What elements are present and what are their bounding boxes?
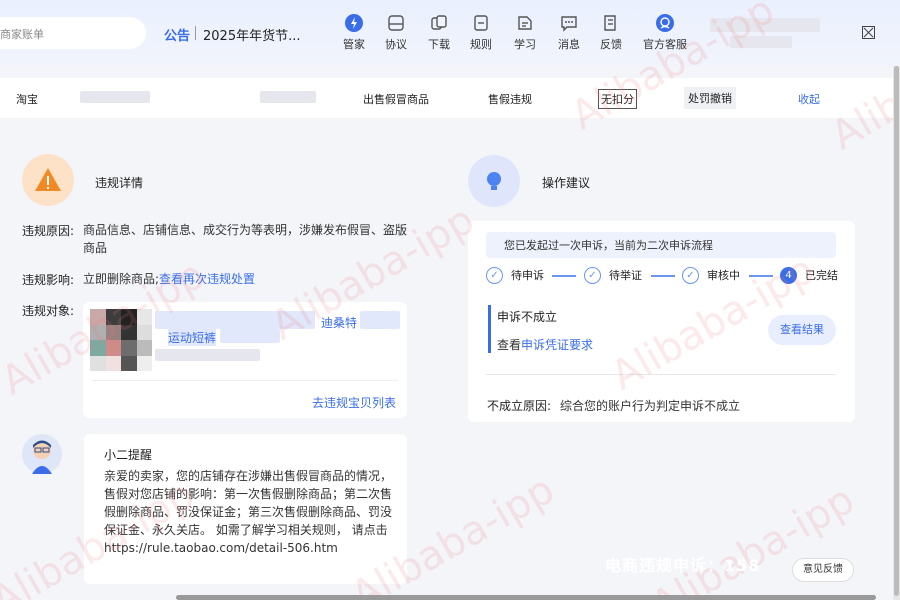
nav-label: 学习	[514, 38, 536, 51]
close-icon[interactable]	[862, 26, 875, 39]
step-connector	[651, 275, 675, 277]
fail-reason-value: 综合您的账户行为判定申诉不成立	[560, 399, 741, 413]
customer-service-icon	[656, 14, 674, 32]
status-badge: 处罚撤销	[684, 87, 736, 109]
download-icon	[431, 15, 447, 30]
record-time-blurred	[260, 91, 316, 103]
view-result-button[interactable]: 查看结果	[768, 315, 836, 345]
notice-text[interactable]: 2025年年货节...	[203, 25, 300, 44]
product-name[interactable]: 运动短裤	[168, 329, 217, 346]
account-name-blurred	[710, 18, 820, 32]
product-title-blurred-2	[360, 311, 400, 329]
result-prefix: 查看	[497, 338, 522, 352]
reminder-body: 亲爱的卖家，您的店铺存在涉嫌出售假冒商品的情况，售假对您店铺的影响：第一次售假删…	[104, 469, 393, 555]
violation-category: 售假违规	[488, 93, 532, 106]
account-sub-blurred	[730, 36, 792, 48]
warning-icon-circle	[22, 154, 74, 206]
score-tag: 无扣分	[598, 89, 637, 109]
step-3: 审核中	[707, 269, 740, 282]
impact-link[interactable]: 查看再次违规处置	[159, 272, 255, 286]
assistant-avatar-icon	[32, 440, 52, 474]
advice-divider	[486, 374, 836, 375]
violation-type: 出售假冒商品	[363, 93, 429, 106]
bulb-icon-circle	[468, 155, 520, 207]
nav-label: 反馈	[600, 38, 622, 51]
product-title-blurred-3	[220, 329, 280, 343]
nav-kefu[interactable]: 官方客服	[640, 14, 690, 52]
reason-label: 违规原因:	[22, 224, 75, 238]
step-number: 4	[780, 267, 797, 284]
learn-icon	[518, 16, 532, 30]
top-header: 商家账单 公告 2025年年货节... 管家 协议 下载 规则 学习 消息 反馈…	[0, 0, 900, 66]
lightbulb-icon	[487, 172, 501, 190]
result-accent-bar	[488, 305, 491, 353]
rules-icon	[474, 15, 488, 31]
nav-label: 规则	[470, 38, 492, 51]
feedback-button[interactable]: 意见反馈	[792, 558, 854, 582]
notice-label[interactable]: 公告	[164, 25, 190, 44]
product-brand[interactable]: 迪桑特	[321, 314, 357, 331]
search-placeholder: 商家账单	[0, 28, 44, 41]
platform: 淘宝	[16, 93, 38, 106]
step-1: 待申诉	[511, 269, 544, 282]
feedback-icon	[604, 15, 616, 31]
violation-record-row: 淘宝 出售假冒商品 售假违规 无扣分 处罚撤销 收起	[0, 78, 900, 118]
step-4: 已完结	[805, 269, 838, 282]
record-id-blurred	[80, 91, 150, 103]
phone-overlay-text: 电商违规申诉：158	[605, 556, 761, 575]
product-thumbnail[interactable]	[90, 309, 152, 371]
warning-icon	[35, 168, 61, 191]
go-violation-list-link[interactable]: 去违规宝贝列表	[312, 394, 396, 411]
lightning-icon	[345, 14, 363, 32]
target-label: 违规对象:	[22, 304, 75, 318]
step-connector	[749, 275, 773, 277]
reminder-title: 小二提醒	[104, 448, 153, 462]
product-id-blurred	[155, 349, 260, 361]
detail-title: 违规详情	[95, 176, 144, 190]
avatar	[22, 434, 62, 474]
step-2: 待举证	[609, 269, 642, 282]
nav-label: 官方客服	[643, 38, 687, 51]
step-check-icon: ✓	[682, 267, 699, 284]
evidence-requirements-link[interactable]: 申诉凭证要求	[521, 338, 593, 352]
step-connector	[552, 275, 576, 277]
vertical-scrollbar-thumb[interactable]	[894, 66, 899, 596]
card-divider	[92, 380, 398, 381]
notice-divider	[195, 26, 196, 40]
nav-guize[interactable]: 规则	[456, 14, 506, 52]
fail-reason-label: 不成立原因:	[487, 399, 552, 413]
appeal-notice: 您已发起过一次申诉，当前为二次申诉流程	[504, 239, 713, 252]
impact-label: 违规影响:	[22, 273, 75, 287]
step-check-icon: ✓	[584, 267, 601, 284]
nav-fankui[interactable]: 反馈	[586, 14, 636, 52]
agreement-icon	[388, 15, 404, 31]
impact-text: 立即删除商品;	[83, 272, 160, 286]
result-evidence: 查看申诉凭证要求	[497, 336, 593, 353]
step-check-icon: ✓	[486, 267, 503, 284]
product-title-blurred	[155, 311, 315, 329]
horizontal-scrollbar[interactable]	[176, 595, 876, 600]
search-input[interactable]: 商家账单	[0, 17, 146, 49]
reason-value: 商品信息、店铺信息、成交行为等表明，涉嫌发布假冒、盗版商品	[83, 223, 408, 255]
impact-value: 立即删除商品;查看再次违规处置	[83, 270, 413, 288]
message-icon	[561, 16, 577, 32]
advice-title: 操作建议	[542, 176, 591, 190]
nav-xuexi[interactable]: 学习	[500, 14, 550, 52]
result-title: 申诉不成立	[497, 310, 558, 324]
collapse-link[interactable]: 收起	[798, 91, 820, 107]
